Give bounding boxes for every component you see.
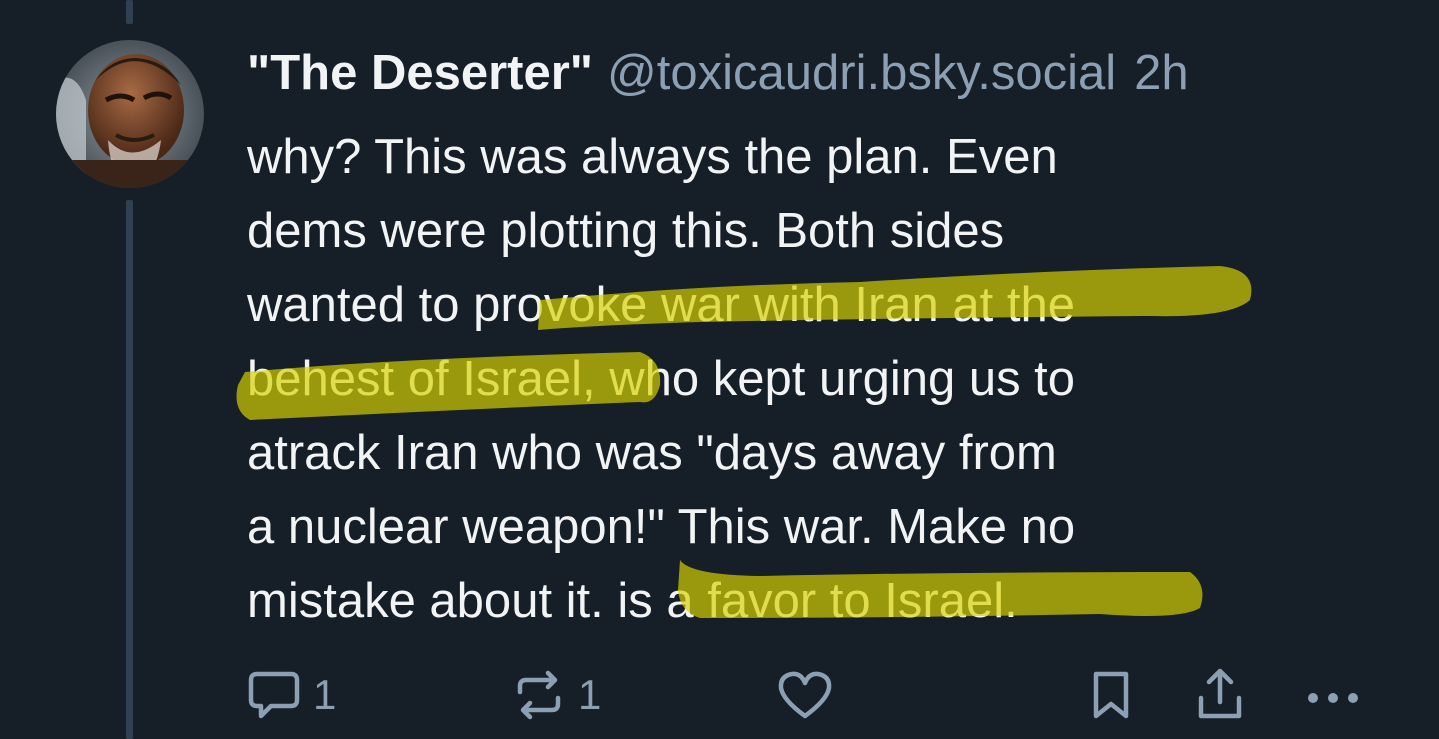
thread-line-bottom (126, 200, 133, 739)
post-text-line: mistake about it. is a favor to Israel. (247, 574, 1018, 628)
like-button[interactable] (775, 660, 835, 730)
post-text-line: wanted to provoke war with Iran at the (247, 278, 1075, 332)
share-button[interactable] (1193, 660, 1247, 730)
heart-icon (775, 666, 835, 724)
reply-count: 1 (313, 671, 337, 718)
speech-bubble-icon (245, 666, 303, 724)
handle[interactable]: @toxicaudri.bsky.social (607, 46, 1116, 100)
post-text-line: dems were plotting this. Both sides (247, 204, 1005, 258)
post-actions: 1 1 (0, 660, 1439, 730)
post-header: "The Deserter" @toxicaudri.bsky.social 2h (247, 42, 1189, 104)
timestamp[interactable]: 2h (1134, 46, 1189, 100)
post-text-line: atrack Iran who was "days away from (247, 426, 1057, 480)
post-text: why? This was always the plan. Even dems… (247, 120, 1307, 638)
post-text-line: behest of Israel, who kept urging us to (247, 352, 1076, 406)
post-text-line: why? This was always the plan. Even (247, 130, 1058, 184)
repost-count: 1 (578, 671, 602, 718)
share-icon (1193, 666, 1247, 724)
post-text-line: a nuclear weapon!" This war. Make no (247, 500, 1076, 554)
more-dots-icon (1303, 666, 1363, 724)
thread-line-top (126, 0, 133, 24)
bookmark-icon (1086, 666, 1136, 724)
bookmark-button[interactable] (1086, 660, 1136, 730)
reply-button[interactable]: 1 (245, 660, 336, 730)
display-name[interactable]: "The Deserter" (247, 46, 593, 100)
repost-button[interactable]: 1 (510, 660, 601, 730)
repost-arrows-icon (510, 666, 568, 724)
avatar[interactable] (56, 40, 204, 188)
more-button[interactable] (1303, 660, 1363, 730)
